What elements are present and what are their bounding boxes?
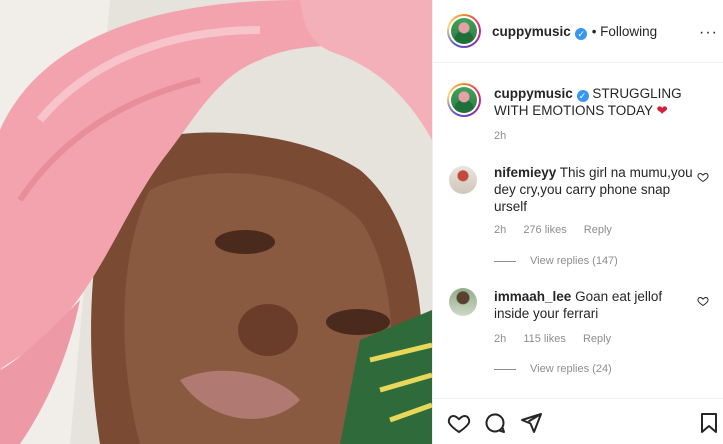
comment-avatar[interactable]: [449, 166, 477, 194]
follow-status-button[interactable]: • Following: [592, 24, 658, 39]
reply-button[interactable]: Reply: [583, 333, 611, 345]
comment-like-heart-icon[interactable]: [697, 295, 709, 307]
view-replies-button[interactable]: View replies (24): [494, 363, 612, 375]
caption-text-block: cuppymusic ✓ STRUGGLING WITH EMOTIONS TO…: [494, 85, 714, 119]
comment-likes[interactable]: 115 likes: [523, 333, 566, 345]
verified-badge-icon: ✓: [575, 28, 588, 40]
caption-time[interactable]: 2h: [494, 130, 506, 142]
view-replies-label: View replies (147): [530, 255, 618, 267]
reply-button[interactable]: Reply: [584, 224, 612, 236]
comment-avatar[interactable]: [449, 288, 477, 316]
caption-username[interactable]: cuppymusic: [494, 86, 573, 101]
view-replies-label: View replies (24): [530, 363, 612, 375]
more-options-icon[interactable]: ···: [699, 24, 718, 42]
header-user-line: cuppymusic ✓ • Following: [492, 23, 657, 41]
comment-username[interactable]: nifemieyy: [494, 165, 556, 180]
comment-icon[interactable]: [483, 411, 507, 435]
avatar[interactable]: [447, 14, 481, 48]
view-replies-button[interactable]: View replies (147): [494, 255, 618, 267]
comment-text-block: immaah_lee Goan eat jellof inside your f…: [494, 288, 694, 322]
comment-meta: 2h 115 likes Reply: [494, 333, 625, 345]
comment-like-heart-icon[interactable]: [697, 171, 709, 183]
selfie-image: [0, 0, 432, 444]
post-action-bar: [433, 398, 723, 444]
comment-time[interactable]: 2h: [494, 333, 506, 345]
comment-username[interactable]: immaah_lee: [494, 289, 571, 304]
post-header: cuppymusic ✓ • Following ···: [433, 0, 723, 63]
paper-plane-icon[interactable]: [519, 411, 543, 435]
heart-icon[interactable]: [447, 411, 471, 435]
comment-text-block: nifemieyy This girl na mumu,you dey cry,…: [494, 164, 694, 215]
bookmark-icon[interactable]: [697, 411, 721, 435]
verified-badge-icon: ✓: [576, 90, 589, 102]
caption-avatar[interactable]: [447, 83, 481, 117]
post-photo[interactable]: [0, 0, 432, 444]
comment-likes[interactable]: 276 likes: [523, 224, 566, 236]
post-side-panel: cuppymusic ✓ • Following ··· cuppymusic …: [432, 0, 723, 444]
broken-heart-icon: ❤: [656, 103, 668, 118]
replies-divider: [494, 368, 516, 370]
comment-meta: 2h 276 likes Reply: [494, 224, 626, 236]
comment-time[interactable]: 2h: [494, 224, 506, 236]
replies-divider: [494, 260, 516, 262]
post-username[interactable]: cuppymusic: [492, 24, 571, 39]
